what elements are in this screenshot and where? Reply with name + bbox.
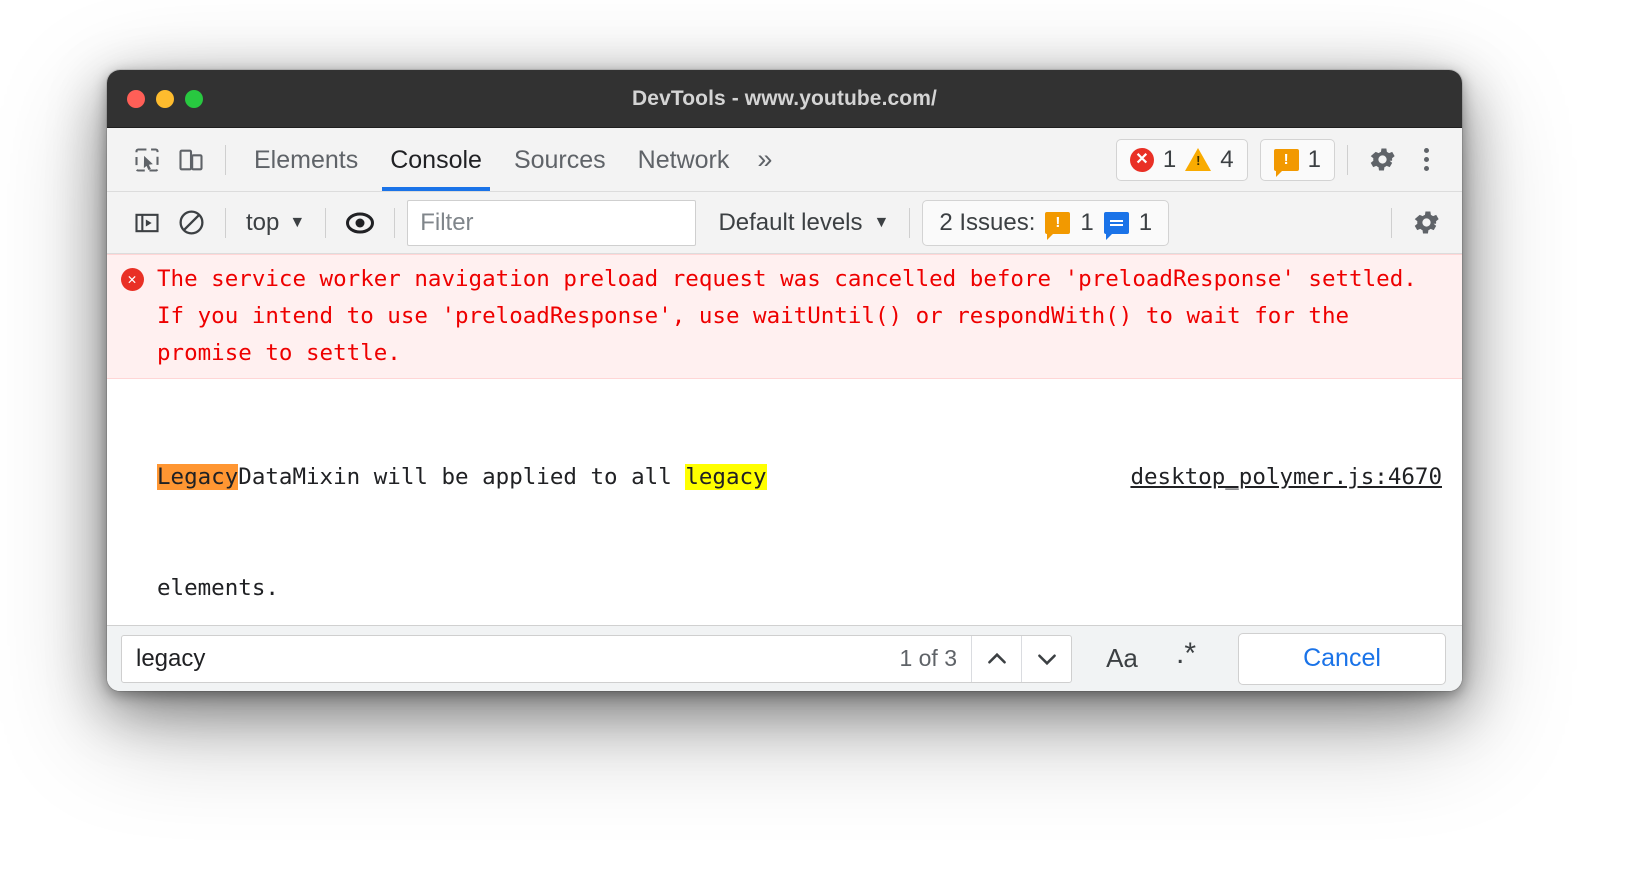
issues-blue-count: 1 [1138,208,1153,236]
filter-divider-5 [1391,207,1392,238]
error-warning-counter[interactable]: ✕ 1 4 [1115,138,1248,181]
search-match: legacy [685,464,767,490]
kebab-menu-icon[interactable] [1404,138,1448,182]
log-message-body: LegacyDataMixin will be applied to all l… [157,385,1462,625]
maximize-window-button[interactable] [185,89,203,108]
kebab-dot-3 [1423,166,1429,171]
page-root: DevTools - www.youtube.com/ Elements Con… [0,0,1650,878]
warning-count: 4 [1220,145,1234,173]
execution-context-label: top [246,208,280,236]
find-input-wrapper[interactable]: legacy 1 of 3 [121,634,1072,683]
filter-placeholder: Filter [420,208,474,236]
error-count: 1 [1162,145,1177,173]
inspect-element-icon[interactable] [125,138,169,182]
console-error-message[interactable]: ✕ The service worker navigation preload … [107,254,1462,379]
more-tabs-icon[interactable]: » [745,146,784,173]
source-link[interactable]: desktop_polymer.js:4670 [1130,459,1446,496]
chevron-down-icon: ▼ [289,213,306,231]
log-line-1: LegacyDataMixin will be applied to all l… [157,459,1446,496]
console-find-bar: legacy 1 of 3 Aa .* Cancel [107,625,1462,691]
kebab-dot-2 [1423,157,1429,162]
filter-divider-3 [394,207,396,238]
toolbar-divider [225,144,226,175]
device-toolbar-icon[interactable] [169,138,213,182]
devtools-tabbar: Elements Console Sources Network » ✕ 1 4… [107,128,1462,192]
log-levels-select[interactable]: Default levels ▼ [710,209,897,237]
info-bubble-icon [1103,211,1129,240]
traffic-lights [127,89,203,108]
filter-input[interactable]: Filter [407,199,697,246]
window-title: DevTools - www.youtube.com/ [632,86,937,110]
tab-elements[interactable]: Elements [238,129,374,191]
tab-sources[interactable]: Sources [498,129,622,191]
tab-console[interactable]: Console [374,129,498,191]
issue-bubble-icon: ! [1273,148,1299,177]
console-filter-toolbar: top ▼ Filter Default levels ▼ 2 Issues: … [107,192,1462,254]
regex-button[interactable]: .* [1154,635,1218,683]
issue-bubble-icon: ! [1045,211,1071,240]
find-previous-button[interactable] [971,635,1021,682]
find-next-button[interactable] [1021,635,1071,682]
minimize-window-button[interactable] [156,89,174,108]
filter-divider-2 [325,207,327,238]
message-gutter: ✕ [107,261,157,372]
devtools-window: DevTools - www.youtube.com/ Elements Con… [107,70,1462,691]
log-line-2: elements. [157,575,279,601]
console-settings-gear-icon[interactable] [1404,201,1448,245]
log-line-1-text: LegacyDataMixin will be applied to all l… [157,459,767,496]
issues-label: 2 Issues: [939,208,1036,236]
message-gutter [107,385,157,625]
console-sidebar-icon[interactable] [125,201,169,245]
close-window-button[interactable] [127,89,145,108]
find-input[interactable]: legacy [122,636,885,682]
cancel-button[interactable]: Cancel [1238,632,1446,685]
live-expression-icon[interactable] [338,201,382,245]
error-message-text: The service worker navigation preload re… [157,266,1431,366]
console-message-list[interactable]: ✕ The service worker navigation preload … [107,254,1462,625]
execution-context-select[interactable]: top ▼ [238,209,313,237]
console-log-message[interactable]: LegacyDataMixin will be applied to all l… [107,379,1462,625]
filter-divider-1 [225,207,226,238]
find-options: Aa .* [1090,635,1218,683]
gear-icon[interactable] [1360,138,1404,182]
window-titlebar: DevTools - www.youtube.com/ [107,70,1462,128]
issues-summary-button[interactable]: 2 Issues: ! 1 1 [922,199,1170,246]
warning-triangle-icon [1185,148,1212,171]
tab-network[interactable]: Network [622,129,746,191]
log-text-segment: DataMixin will be applied to all [238,464,686,490]
chevron-down-icon: ▼ [873,213,890,231]
find-match-count: 1 of 3 [899,645,957,671]
error-circle-icon: ✕ [1129,147,1154,172]
filter-divider-4 [909,207,911,238]
match-case-button[interactable]: Aa [1090,635,1154,683]
clear-console-icon[interactable] [169,201,213,245]
search-match-active: Legacy [157,464,239,490]
error-circle-icon: ✕ [120,268,144,291]
kebab-dot-1 [1423,148,1429,153]
log-levels-label: Default levels [718,208,863,236]
issues-counter[interactable]: ! 1 [1259,138,1335,181]
toolbar-divider-2 [1347,144,1348,175]
issues-yellow-count: 1 [1080,208,1094,236]
issue-count: 1 [1307,145,1321,173]
